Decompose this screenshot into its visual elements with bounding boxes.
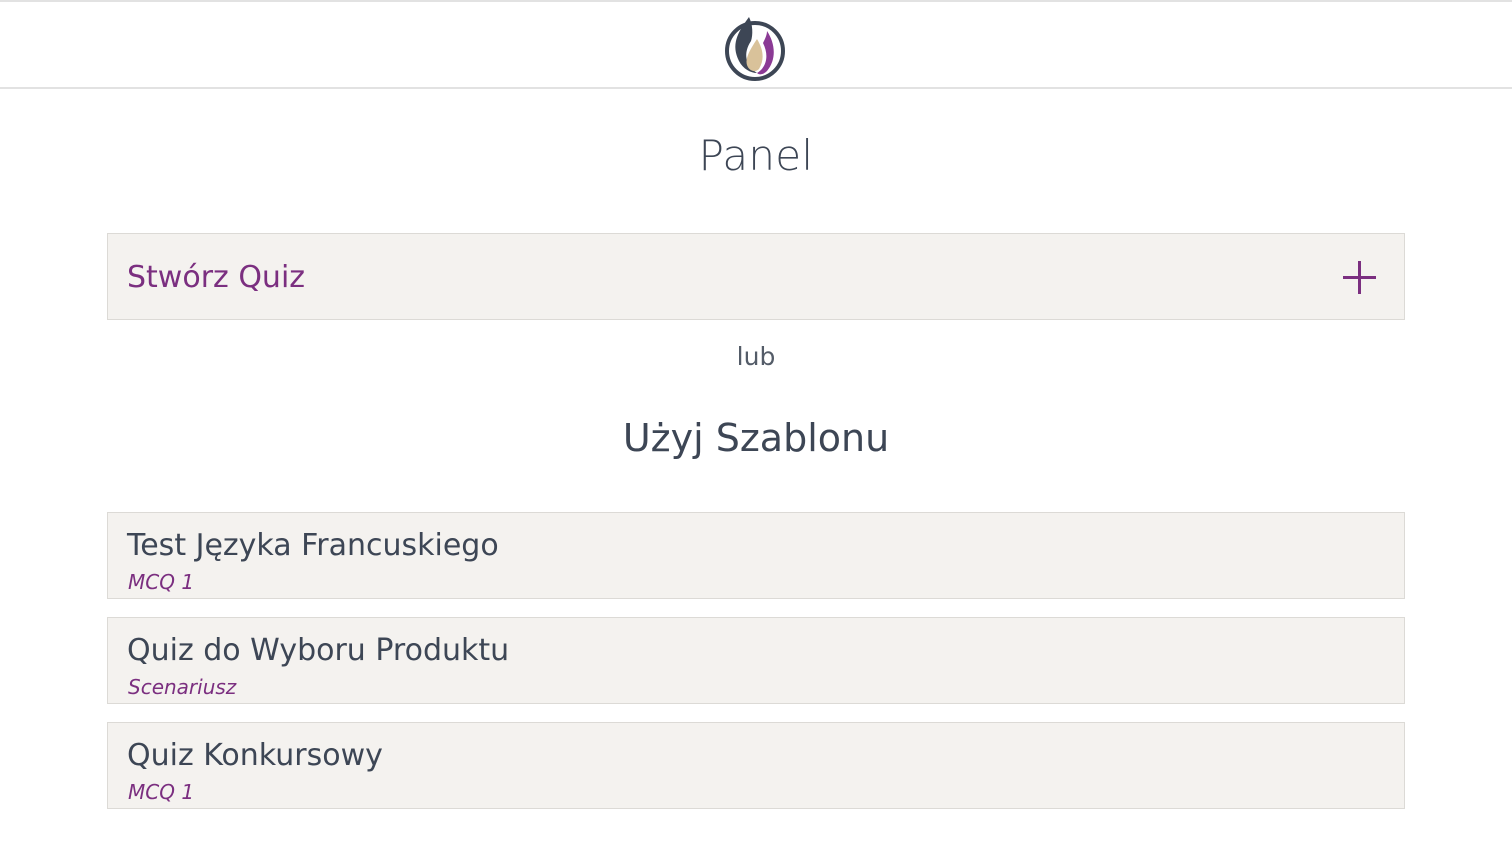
template-name: Quiz do Wyboru Produktu — [127, 633, 510, 668]
top-header — [0, 0, 1512, 89]
template-type: MCQ 1 — [128, 570, 195, 594]
template-name: Quiz Konkursowy — [127, 738, 383, 773]
flame-logo-icon[interactable] — [723, 15, 787, 83]
or-separator: lub — [736, 342, 776, 371]
page-title: Panel — [698, 131, 814, 180]
create-quiz-button[interactable]: Stwórz Quiz — [107, 233, 1405, 320]
template-type: MCQ 1 — [128, 780, 195, 804]
plus-icon[interactable] — [1343, 261, 1376, 294]
template-card[interactable]: Quiz Konkursowy MCQ 1 — [107, 722, 1405, 809]
template-name: Test Języka Francuskiego — [127, 528, 499, 563]
template-type: Scenariusz — [128, 675, 237, 699]
create-quiz-label: Stwórz Quiz — [127, 260, 306, 295]
template-card[interactable]: Quiz do Wyboru Produktu Scenariusz — [107, 617, 1405, 704]
templates-heading: Użyj Szablonu — [622, 416, 890, 460]
template-card[interactable]: Test Języka Francuskiego MCQ 1 — [107, 512, 1405, 599]
